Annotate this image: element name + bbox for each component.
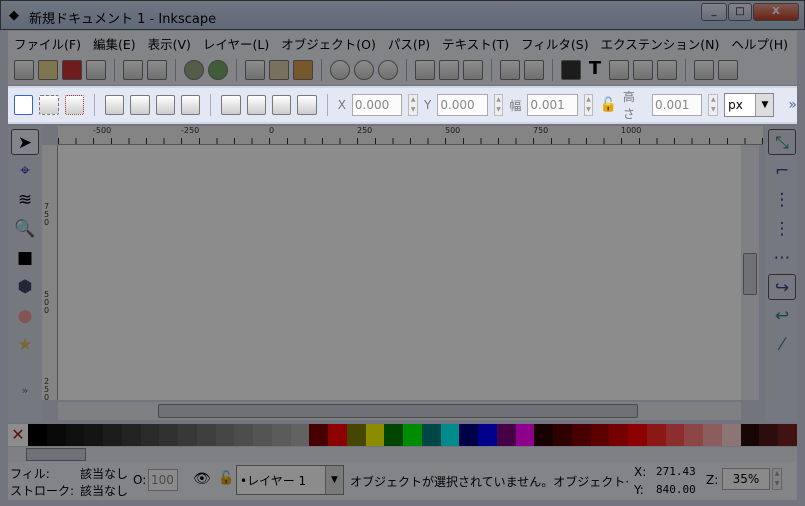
height-input[interactable]: 0.001	[652, 94, 703, 116]
select-all-layers-icon[interactable]	[39, 95, 59, 115]
x-input[interactable]: 0.000	[351, 94, 403, 116]
flip-vertical-icon[interactable]	[181, 95, 201, 115]
y-input[interactable]: 0.000	[437, 94, 488, 116]
flip-horizontal-icon[interactable]	[155, 95, 176, 115]
width-spinner[interactable]: ▲ ▼	[583, 94, 594, 116]
y-spinner[interactable]: ▲ ▼	[493, 94, 504, 116]
deselect-icon[interactable]	[64, 95, 85, 115]
dim-overlay	[0, 124, 805, 506]
unit-select[interactable]: px ▼	[724, 93, 775, 117]
select-all-icon[interactable]	[14, 95, 34, 115]
unit-value: px	[728, 98, 743, 112]
dim-overlay	[0, 0, 805, 86]
separator	[94, 94, 95, 116]
separator	[326, 94, 328, 116]
lock-ratio-icon[interactable]: 🔓	[599, 97, 616, 113]
y-label: Y	[423, 98, 432, 112]
x-spinner[interactable]: ▲ ▼	[408, 94, 418, 116]
separator	[210, 94, 212, 116]
height-label: 高さ	[622, 90, 635, 121]
x-label: X	[337, 98, 346, 112]
lower-icon[interactable]	[246, 95, 267, 115]
tool-controls-bar: X 0.000 ▲ ▼ Y 0.000 ▲ ▼ 幅 0.001 ▲ ▼ 🔓 高さ 0.001…	[8, 88, 797, 122]
height-spinner[interactable]: ▲ ▼	[708, 94, 719, 116]
width-input[interactable]: 0.001	[527, 94, 578, 116]
dim-overlay	[797, 86, 805, 124]
raise-to-top-icon[interactable]	[297, 95, 317, 115]
raise-icon[interactable]	[272, 95, 292, 115]
width-label: 幅	[509, 98, 522, 113]
lower-to-bottom-icon[interactable]	[221, 95, 241, 115]
dim-overlay	[0, 86, 8, 124]
rotate-cw-icon[interactable]	[130, 95, 150, 115]
rotate-ccw-icon[interactable]	[105, 95, 125, 115]
overflow-button[interactable]: »	[788, 97, 797, 113]
chevron-down-icon: ▼	[755, 94, 774, 116]
